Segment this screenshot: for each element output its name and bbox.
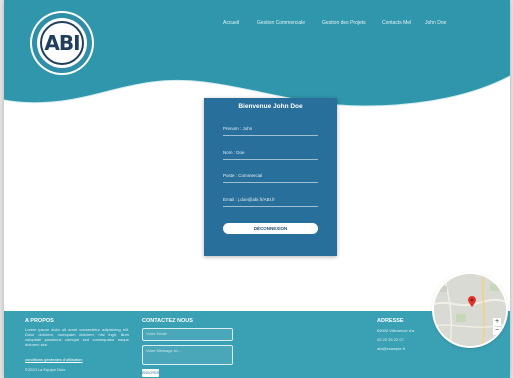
nav-user[interactable]: John Doe (425, 20, 446, 26)
nom-field: Nom : Doe (223, 150, 318, 160)
adresse-line3: abi@example.fr (377, 346, 406, 351)
logo-text: ABI (44, 31, 80, 55)
nav-gestion-projets[interactable]: Gestion des Projets (322, 20, 366, 26)
nav-gestion-commerciale[interactable]: Gestion Commerciale (257, 20, 305, 26)
contact-title: CONTACTEZ NOUS (142, 318, 193, 324)
map-tiles (434, 274, 506, 346)
send-button[interactable]: ENVOYER (142, 369, 159, 377)
conditions-link[interactable]: conditions generales d'utilisation (25, 357, 82, 362)
prenom-field: Prenom : John (223, 126, 318, 136)
contact-email-input[interactable]: Votre Email (142, 328, 233, 341)
logout-button[interactable]: DÉCONNEXION (223, 223, 318, 234)
adresse-line1: 59000 Villeneuve d'a (377, 328, 414, 333)
contact-message-input[interactable]: Votre Message ici... (142, 345, 233, 365)
adresse-line2: 03 20 25 22 07 (377, 337, 404, 342)
zoom-out-button[interactable]: − (493, 327, 501, 335)
apropos-text: Lorem ipsum dolor sit amet consectetur a… (25, 327, 129, 347)
page: ABI Accueil Gestion Commerciale Gestion … (4, 0, 510, 378)
apropos-title: A PROPOS (25, 318, 54, 324)
main-nav: Accueil Gestion Commerciale Gestion des … (4, 20, 510, 32)
profile-card: Bienvenue John Doe Prenom : John Nom : D… (204, 98, 337, 256)
nav-contacts[interactable]: Contacts Mel (382, 20, 411, 26)
card-title: Bienvenue John Doe (238, 103, 303, 110)
copyright-text: ©2023 La Equipe Dolo (25, 367, 66, 372)
location-map[interactable]: + − (434, 274, 506, 346)
zoom-in-button[interactable]: + (493, 318, 501, 326)
nav-accueil[interactable]: Accueil (223, 20, 239, 26)
adresse-title: ADRESSE (377, 318, 404, 324)
footer: A PROPOS Lorem ipsum dolor sit amet cons… (4, 311, 510, 378)
map-pin-icon (468, 296, 476, 307)
email-field: Email : j.doe@abi.fr/ABI.fr (223, 197, 318, 207)
poste-field: Poste : Commercial (223, 173, 318, 183)
